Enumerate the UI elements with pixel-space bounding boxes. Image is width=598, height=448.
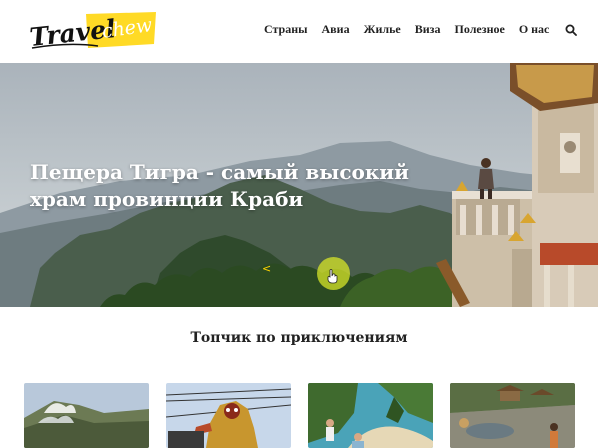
hero-slider[interactable]: Пещера Тигра - самый высокий храм провин… (0, 63, 598, 307)
search-icon[interactable] (565, 23, 577, 36)
site-header: Travel chew Страны Авиа Жилье Виза Полез… (0, 0, 598, 62)
nav-item-countries[interactable]: Страны (264, 22, 308, 37)
beach-cliff-photo (308, 383, 433, 448)
barong-statue-photo (166, 383, 291, 448)
hero-prev-arrow[interactable]: < (262, 262, 271, 275)
nav-item-visa[interactable]: Виза (415, 22, 441, 37)
nav-item-about[interactable]: О нас (519, 22, 550, 37)
card-volcano[interactable] (24, 383, 149, 448)
card-beach[interactable] (308, 383, 433, 448)
card-resort[interactable] (450, 383, 575, 448)
site-logo[interactable]: Travel chew (28, 8, 158, 54)
card-row (24, 383, 584, 448)
main-nav: Страны Авиа Жилье Виза Полезное О нас (264, 22, 563, 37)
tropical-resort-photo (450, 383, 575, 448)
hero-title[interactable]: Пещера Тигра - самый высокий храм провин… (30, 159, 430, 213)
nav-item-flights[interactable]: Авиа (322, 22, 350, 37)
nav-item-useful[interactable]: Полезное (455, 22, 505, 37)
section-title: Топчик по приключениям (190, 330, 408, 346)
volcano-photo (24, 383, 149, 448)
hand-cursor-icon (327, 269, 338, 284)
nav-item-housing[interactable]: Жилье (364, 22, 401, 37)
card-barong[interactable] (166, 383, 291, 448)
